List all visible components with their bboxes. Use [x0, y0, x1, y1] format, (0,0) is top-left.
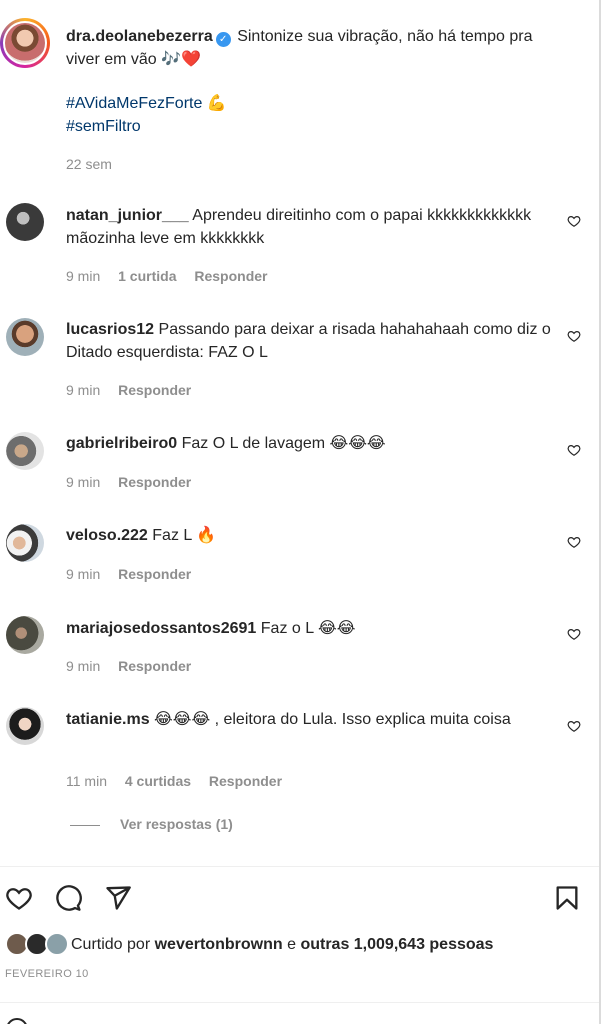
- comment-username[interactable]: natan_junior___: [66, 207, 189, 224]
- heart-icon[interactable]: [567, 329, 581, 343]
- hashtag-link[interactable]: #AVidaMeFezForte 💪: [66, 92, 566, 115]
- likes-summary: Curtido por wevertonbrownn e outras 1,00…: [71, 936, 493, 954]
- reply-button[interactable]: Responder: [118, 566, 191, 582]
- share-icon[interactable]: [104, 884, 132, 912]
- emoji-icon[interactable]: [6, 1018, 28, 1024]
- comment-body: natan_junior___ Aprendeu direitinho com …: [66, 204, 566, 250]
- caption-hashtags: #AVidaMeFezForte 💪 #semFiltro: [66, 92, 566, 138]
- reply-button[interactable]: Responder: [194, 268, 267, 284]
- comment-time[interactable]: 9 min: [66, 268, 100, 284]
- comment-meta: 9 min Responder: [66, 566, 205, 582]
- commenter-avatar[interactable]: [6, 707, 44, 745]
- commenter-avatar[interactable]: [6, 318, 44, 356]
- caption-text-block: dra.deolanebezerra ✓ Sintonize sua vibraç…: [66, 25, 566, 71]
- view-replies-label: Ver respostas (1): [120, 816, 233, 832]
- liked-by-user[interactable]: wevertonbrownn: [155, 936, 283, 953]
- reply-button[interactable]: Responder: [118, 474, 191, 490]
- comment-meta: 9 min Responder: [66, 658, 205, 674]
- commenter-avatar[interactable]: [6, 524, 44, 562]
- post-date[interactable]: FEVEREIRO 10: [5, 968, 89, 980]
- comment-time[interactable]: 11 min: [66, 773, 107, 789]
- comment-icon[interactable]: [54, 884, 82, 912]
- comment-meta: 9 min 1 curtida Responder: [66, 268, 282, 284]
- likes-conj: e: [287, 936, 296, 953]
- comment-text: 😂😂😂 , eleitora do Lula. Isso explica mui…: [154, 711, 511, 728]
- caption-time[interactable]: 22 sem: [66, 156, 112, 172]
- comment-username[interactable]: veloso.222: [66, 527, 148, 544]
- comment-body: tatianie.ms 😂😂😂 , eleitora do Lula. Isso…: [66, 708, 566, 731]
- reply-button[interactable]: Responder: [209, 773, 282, 789]
- comment-username[interactable]: lucasrios12: [66, 321, 154, 338]
- commenter-avatar[interactable]: [6, 616, 44, 654]
- comment-body: gabrielribeiro0 Faz O L de lavagem 😂😂😂: [66, 432, 566, 455]
- comment-time[interactable]: 9 min: [66, 474, 100, 490]
- comment-meta: 11 min 4 curtidas Responder: [66, 773, 296, 789]
- comment-time[interactable]: 9 min: [66, 382, 100, 398]
- commenter-avatar[interactable]: [6, 203, 44, 241]
- comment-time[interactable]: 9 min: [66, 566, 100, 582]
- comment-meta: 9 min Responder: [66, 474, 205, 490]
- actions-divider: [0, 866, 599, 867]
- replies-divider-line: [70, 824, 100, 826]
- avatar: [45, 932, 69, 956]
- comment-text: Faz o L 😂😂: [260, 620, 356, 637]
- reply-button[interactable]: Responder: [118, 382, 191, 398]
- heart-icon[interactable]: [567, 443, 581, 457]
- likes-prefix: Curtido por: [71, 936, 151, 953]
- heart-icon[interactable]: [567, 719, 581, 733]
- comment-body: veloso.222 Faz L 🔥: [66, 524, 566, 547]
- comment-username[interactable]: gabrielribeiro0: [66, 435, 177, 452]
- comment-text: Faz O L de lavagem 😂😂😂: [181, 435, 386, 452]
- bookmark-icon[interactable]: [553, 884, 581, 912]
- comment-username[interactable]: tatianie.ms: [66, 711, 150, 728]
- heart-icon[interactable]: [567, 535, 581, 549]
- view-replies-button[interactable]: Ver respostas (1): [70, 816, 233, 832]
- verified-badge-icon: ✓: [215, 32, 231, 47]
- likes-others[interactable]: outras 1,009,643 pessoas: [300, 936, 493, 953]
- hashtag-link[interactable]: #semFiltro: [66, 115, 566, 138]
- caption-username[interactable]: dra.deolanebezerra: [66, 28, 213, 45]
- heart-icon[interactable]: [5, 884, 33, 912]
- comment-body: lucasrios12 Passando para deixar a risad…: [66, 318, 566, 364]
- commenter-avatar[interactable]: [6, 432, 44, 470]
- comment-likes[interactable]: 1 curtida: [118, 268, 176, 284]
- comment-text: Faz L 🔥: [152, 527, 217, 544]
- reply-button[interactable]: Responder: [118, 658, 191, 674]
- bottom-divider: [0, 1002, 599, 1003]
- comment-likes[interactable]: 4 curtidas: [125, 773, 191, 789]
- comment-meta: 9 min Responder: [66, 382, 205, 398]
- comment-time[interactable]: 9 min: [66, 658, 100, 674]
- caption-meta: 22 sem: [66, 156, 126, 172]
- heart-icon[interactable]: [567, 627, 581, 641]
- author-avatar[interactable]: [0, 18, 50, 68]
- comment-username[interactable]: mariajosedossantos2691: [66, 620, 256, 637]
- heart-icon[interactable]: [567, 214, 581, 228]
- comment-body: mariajosedossantos2691 Faz o L 😂😂: [66, 617, 566, 640]
